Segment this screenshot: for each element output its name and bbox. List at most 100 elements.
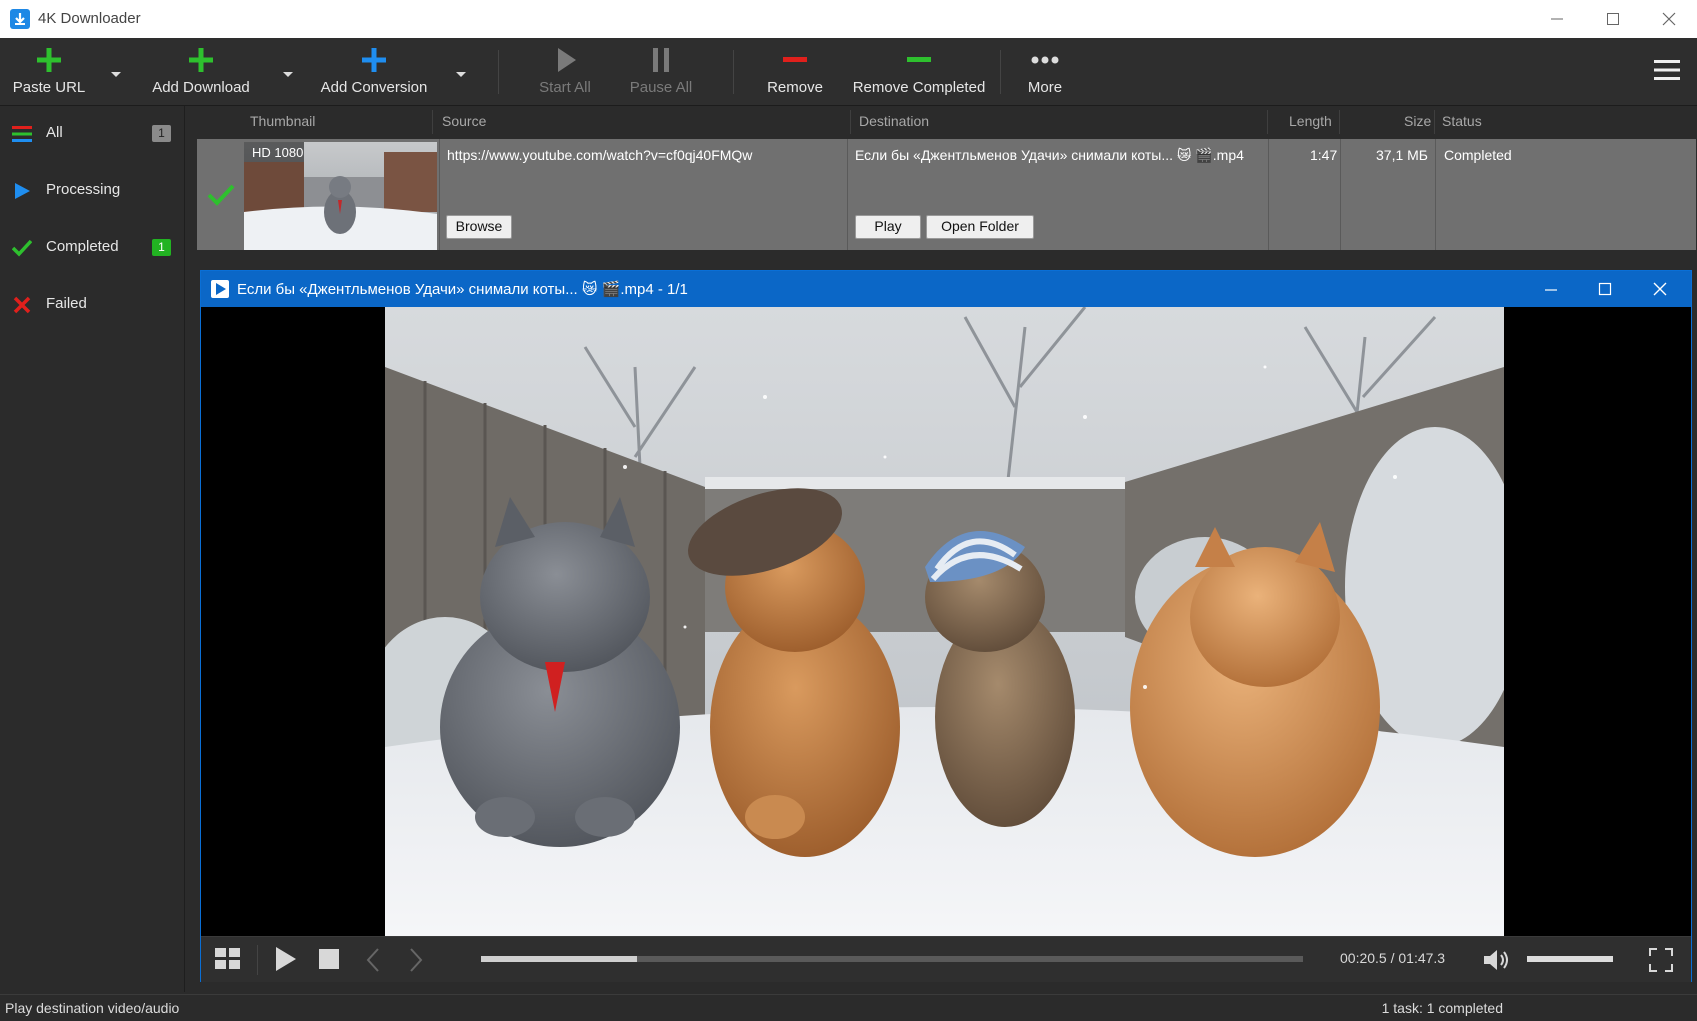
paste-url-button[interactable]: Paste URL bbox=[8, 38, 90, 105]
playback-time: 00:20.5 / 01:47.3 bbox=[1340, 950, 1446, 966]
add-conversion-label: Add Conversion bbox=[320, 79, 428, 96]
column-header-status[interactable]: Status bbox=[1442, 113, 1482, 129]
remove-completed-button[interactable]: Remove Completed bbox=[852, 38, 986, 105]
column-header-destination[interactable]: Destination bbox=[859, 113, 929, 129]
add-download-button[interactable]: Add Download bbox=[148, 38, 254, 105]
player-title-bar[interactable]: Если бы «Джентльменов Удачи» снимали кот… bbox=[201, 271, 1691, 307]
table-row[interactable]: HD 1080 https://www.youtube.com/watch?v=… bbox=[197, 139, 1696, 250]
column-header-source[interactable]: Source bbox=[442, 113, 486, 129]
column-divider[interactable] bbox=[850, 110, 851, 134]
seek-bar-progress bbox=[481, 956, 638, 962]
status-right-text: 1 task: 1 completed bbox=[1381, 1000, 1503, 1016]
quality-badge: HD 1080 bbox=[252, 145, 304, 160]
sidebar-item-label: All bbox=[46, 124, 63, 141]
status-bar: Play destination video/audio 1 task: 1 c… bbox=[0, 994, 1697, 1021]
pause-all-label: Pause All bbox=[629, 79, 693, 96]
column-divider[interactable] bbox=[1339, 110, 1340, 134]
completed-check-icon bbox=[207, 184, 235, 206]
check-icon bbox=[12, 239, 32, 257]
sidebar-item-label: Failed bbox=[46, 295, 87, 312]
paste-url-label: Paste URL bbox=[12, 79, 86, 96]
window-title: 4K Downloader bbox=[38, 10, 141, 27]
play-icon bbox=[15, 183, 30, 199]
play-icon[interactable] bbox=[274, 946, 298, 972]
add-conversion-button[interactable]: Add Conversion bbox=[318, 38, 430, 105]
app-logo-icon bbox=[10, 9, 30, 29]
play-button[interactable]: Play bbox=[855, 215, 921, 239]
column-divider[interactable] bbox=[1267, 110, 1268, 134]
volume-slider[interactable] bbox=[1527, 956, 1613, 962]
cell-divider bbox=[1268, 139, 1269, 250]
seek-bar[interactable] bbox=[481, 956, 1303, 962]
stop-icon[interactable] bbox=[319, 949, 339, 969]
player-minimize-icon[interactable] bbox=[1544, 283, 1558, 297]
add-download-label: Add Download bbox=[152, 79, 250, 96]
count-badge: 1 bbox=[152, 239, 171, 256]
source-url[interactable]: https://www.youtube.com/watch?v=cf0qj40F… bbox=[447, 147, 752, 163]
browse-button[interactable]: Browse bbox=[446, 215, 512, 239]
player-maximize-icon[interactable] bbox=[1598, 282, 1612, 296]
sidebar-item-failed[interactable]: Failed bbox=[0, 277, 184, 333]
pause-all-button[interactable]: Pause All bbox=[626, 38, 696, 105]
table-header: Thumbnail Source Destination Length Size… bbox=[196, 106, 1696, 138]
plus-icon bbox=[37, 48, 61, 72]
more-button[interactable]: More bbox=[1012, 38, 1078, 105]
video-thumbnail[interactable]: HD 1080 bbox=[244, 142, 437, 250]
volume-level bbox=[1527, 956, 1613, 962]
column-header-length[interactable]: Length bbox=[1289, 113, 1332, 129]
column-divider[interactable] bbox=[1434, 110, 1435, 134]
cell-divider bbox=[439, 139, 440, 250]
title-bar: 4K Downloader bbox=[0, 0, 1697, 39]
cell-divider bbox=[1340, 139, 1341, 250]
next-icon[interactable] bbox=[409, 948, 423, 972]
close-button[interactable] bbox=[1641, 0, 1697, 38]
toolbar-separator bbox=[733, 50, 734, 94]
fullscreen-icon[interactable] bbox=[1649, 948, 1673, 972]
column-divider[interactable] bbox=[432, 110, 433, 134]
status-left-text: Play destination video/audio bbox=[5, 1000, 180, 1016]
sidebar-item-label: Processing bbox=[46, 181, 121, 198]
plus-icon bbox=[189, 48, 213, 72]
cell-divider bbox=[1435, 139, 1436, 250]
paste-url-dropdown-icon[interactable] bbox=[108, 66, 124, 82]
volume-icon[interactable] bbox=[1483, 948, 1511, 972]
play-icon bbox=[558, 48, 576, 72]
minus-icon bbox=[907, 57, 931, 62]
sidebar-item-completed[interactable]: Completed 1 bbox=[0, 220, 184, 276]
video-frame[interactable] bbox=[385, 307, 1504, 936]
start-all-button[interactable]: Start All bbox=[530, 38, 600, 105]
sidebar-item-label: Completed bbox=[46, 238, 119, 255]
toolbar: Paste URL Add Download Add Conversion St… bbox=[0, 38, 1697, 106]
player-title: Если бы «Джентльменов Удачи» снимали кот… bbox=[237, 281, 688, 298]
plus-icon bbox=[362, 48, 386, 72]
cell-divider bbox=[847, 139, 848, 250]
sidebar-item-all[interactable]: All 1 bbox=[0, 106, 184, 162]
column-header-size[interactable]: Size bbox=[1404, 113, 1431, 129]
toolbar-separator bbox=[498, 50, 499, 94]
pause-icon bbox=[653, 48, 669, 72]
more-label: More bbox=[1027, 79, 1063, 96]
sidebar-item-processing[interactable]: Processing bbox=[0, 163, 184, 219]
remove-label: Remove bbox=[767, 79, 823, 96]
file-size: 37,1 МБ bbox=[1376, 147, 1428, 163]
add-download-dropdown-icon[interactable] bbox=[280, 66, 296, 82]
minimize-button[interactable] bbox=[1529, 0, 1585, 38]
add-conversion-dropdown-icon[interactable] bbox=[453, 66, 469, 82]
maximize-button[interactable] bbox=[1585, 0, 1641, 38]
list-icon bbox=[12, 126, 32, 142]
playlist-grid-icon[interactable] bbox=[215, 948, 241, 970]
minus-icon bbox=[783, 57, 807, 62]
hamburger-menu-icon[interactable] bbox=[1654, 58, 1680, 82]
remove-button[interactable]: Remove bbox=[760, 38, 830, 105]
player-controls: 00:20.5 / 01:47.3 bbox=[201, 936, 1691, 982]
x-icon bbox=[13, 296, 31, 314]
player-close-icon[interactable] bbox=[1653, 282, 1667, 296]
status-text: Completed bbox=[1444, 147, 1512, 163]
video-length: 1:47 bbox=[1310, 147, 1338, 163]
video-player-window[interactable]: Если бы «Джентльменов Удачи» снимали кот… bbox=[200, 270, 1692, 982]
sidebar: All 1 Processing Completed 1 Failed bbox=[0, 106, 185, 992]
destination-filename: Если бы «Джентльменов Удачи» снимали кот… bbox=[855, 147, 1244, 163]
previous-icon[interactable] bbox=[366, 948, 380, 972]
open-folder-button[interactable]: Open Folder bbox=[926, 215, 1034, 239]
column-header-thumbnail[interactable]: Thumbnail bbox=[250, 113, 315, 129]
